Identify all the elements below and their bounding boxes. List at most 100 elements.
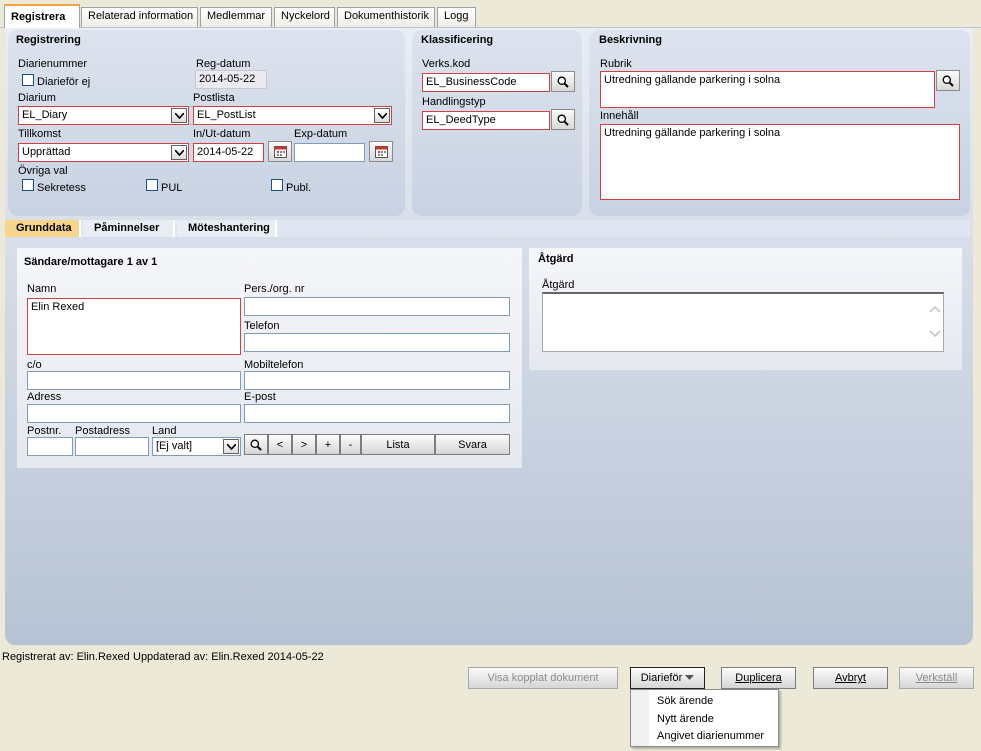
epost-field[interactable]	[244, 404, 510, 423]
beskrivning-panel: Beskrivning Rubrik Utredning gällande pa…	[589, 30, 970, 216]
tab-grunddata[interactable]: Grunddata	[5, 220, 81, 237]
co-field[interactable]	[27, 371, 241, 390]
reg-datum-field: 2014-05-22	[195, 70, 267, 89]
in-ut-datum-label: In/Ut-datum	[193, 128, 251, 140]
in-ut-datum-field[interactable]: 2014-05-22	[193, 143, 264, 162]
diarifor-ej-checkbox[interactable]	[22, 74, 34, 86]
publ-checkbox[interactable]	[271, 179, 283, 191]
in-ut-datum-calendar-button[interactable]	[268, 141, 292, 162]
tab-moteshantering[interactable]: Möteshantering	[177, 220, 277, 237]
sandare-mottagare-panel: Sändare/mottagare 1 av 1 Namn Elin Rexed…	[17, 248, 522, 468]
handlingstyp-search-button[interactable]	[551, 109, 575, 130]
pers-org-nr-field[interactable]	[244, 297, 510, 316]
co-label: c/o	[27, 359, 42, 371]
chevron-down-icon	[685, 675, 695, 680]
innehall-label: Innehåll	[600, 110, 639, 122]
svara-button[interactable]: Svara	[435, 434, 510, 455]
postnr-label: Postnr.	[27, 425, 62, 437]
mobiltelefon-label: Mobiltelefon	[244, 359, 304, 371]
tillkomst-label: Tillkomst	[18, 128, 61, 140]
postadress-field[interactable]	[75, 437, 149, 456]
diarium-value: EL_Diary	[22, 109, 68, 121]
rubrik-field[interactable]: Utredning gällande parkering i solna	[600, 71, 935, 108]
chevron-down-icon[interactable]	[171, 108, 187, 123]
publ-label: Publ.	[286, 182, 312, 194]
search-icon	[250, 439, 262, 451]
registrering-panel: Registrering Diarienummer Diarieför ej R…	[8, 30, 405, 216]
diarifor-dropdown-menu: Sök ärende Nytt ärende Angivet diarienum…	[630, 689, 779, 747]
visa-kopplat-dokument-button[interactable]: Visa kopplat dokument	[468, 667, 618, 689]
lista-button[interactable]: Lista	[361, 434, 435, 455]
search-icon	[942, 75, 954, 87]
calendar-icon	[374, 145, 388, 158]
tab-nyckelord[interactable]: Nyckelord	[274, 7, 335, 27]
innehall-field[interactable]: Utredning gällande parkering i solna	[600, 124, 960, 200]
tab-medlemmar[interactable]: Medlemmar	[200, 7, 272, 27]
postlista-select[interactable]: EL_PostList	[193, 106, 392, 125]
remove-button[interactable]: -	[340, 434, 361, 455]
avbryt-button[interactable]: Avbryt	[813, 667, 888, 689]
land-select[interactable]: [Ej valt]	[152, 437, 241, 456]
chevron-down-icon[interactable]	[374, 108, 390, 123]
registrering-title: Registrering	[16, 34, 81, 46]
tab-dokumenthistorik[interactable]: Dokumenthistorik	[337, 7, 435, 27]
handlingstyp-field[interactable]: EL_DeedType	[422, 111, 550, 130]
reg-datum-label: Reg-datum	[196, 58, 251, 70]
add-button[interactable]: +	[316, 434, 340, 455]
diarium-select[interactable]: EL_Diary	[18, 106, 189, 125]
postnr-field[interactable]	[27, 437, 73, 456]
verks-kod-field[interactable]: EL_BusinessCode	[422, 73, 550, 92]
postadress-label: Postadress	[75, 425, 131, 437]
tab-logg[interactable]: Logg	[437, 7, 476, 27]
atgard-textarea[interactable]	[542, 292, 944, 352]
beskrivning-title: Beskrivning	[599, 34, 662, 46]
pul-label: PUL	[161, 182, 183, 194]
chevron-down-icon[interactable]	[223, 439, 239, 454]
verks-kod-search-button[interactable]	[551, 71, 575, 92]
scroll-down-icon[interactable]	[929, 329, 941, 339]
search-contact-button[interactable]	[244, 434, 268, 455]
exp-datum-calendar-button[interactable]	[369, 141, 393, 162]
next-button[interactable]: >	[292, 434, 316, 455]
tillkomst-value: Upprättad	[22, 146, 71, 158]
menu-item-angivet-diarienummer[interactable]: Angivet diarienummer	[631, 727, 764, 745]
diarifor-button[interactable]: Diarieför	[630, 667, 705, 689]
avbryt-label: Avbryt	[835, 672, 866, 684]
atgard-label: Åtgärd	[542, 279, 575, 291]
telefon-field[interactable]	[244, 333, 510, 352]
namn-field[interactable]: Elin Rexed	[27, 298, 241, 355]
duplicera-button[interactable]: Duplicera	[721, 667, 796, 689]
sekretess-checkbox[interactable]	[22, 179, 34, 191]
tab-paminnelser[interactable]: Påminnelser	[83, 220, 175, 237]
atgard-title: Åtgärd	[538, 253, 574, 265]
klassificering-panel: Klassificering Verks.kod EL_BusinessCode…	[412, 30, 582, 216]
menu-item-nytt-arende[interactable]: Nytt ärende	[631, 710, 714, 728]
chevron-down-icon[interactable]	[171, 145, 187, 160]
tab-relaterad-information[interactable]: Relaterad information	[81, 7, 198, 27]
search-icon	[557, 114, 569, 126]
rubrik-search-button[interactable]	[936, 70, 960, 91]
tillkomst-select[interactable]: Upprättad	[18, 143, 189, 162]
adress-field[interactable]	[27, 404, 241, 423]
tab-registrera[interactable]: Registrera	[4, 4, 80, 28]
pul-checkbox[interactable]	[146, 179, 158, 191]
exp-datum-field[interactable]	[294, 143, 365, 162]
search-icon	[557, 76, 569, 88]
sub-tab-bar: Grunddata Påminnelser Möteshantering	[5, 220, 970, 237]
exp-datum-label: Exp-datum	[294, 128, 348, 140]
uppdaterad-av: Uppdaterad av: Elin.Rexed 2014-05-22	[133, 651, 324, 663]
previous-button[interactable]: <	[268, 434, 292, 455]
mobiltelefon-field[interactable]	[244, 371, 510, 390]
sandare-mottagare-title: Sändare/mottagare 1 av 1	[24, 256, 158, 268]
scroll-up-icon[interactable]	[929, 304, 941, 314]
verkstall-button[interactable]: Verkställ	[899, 667, 974, 689]
namn-label: Namn	[27, 283, 57, 295]
diarifor-ej-label: Diarieför ej	[37, 76, 91, 88]
rubrik-label: Rubrik	[600, 58, 632, 70]
handlingstyp-label: Handlingstyp	[422, 96, 486, 108]
atgard-panel: Åtgärd Åtgärd	[529, 248, 962, 370]
menu-item-sok-arende[interactable]: Sök ärende	[631, 692, 713, 710]
epost-label: E-post	[244, 391, 276, 403]
postlista-value: EL_PostList	[197, 109, 256, 121]
ovriga-val-label: Övriga val	[18, 165, 68, 177]
